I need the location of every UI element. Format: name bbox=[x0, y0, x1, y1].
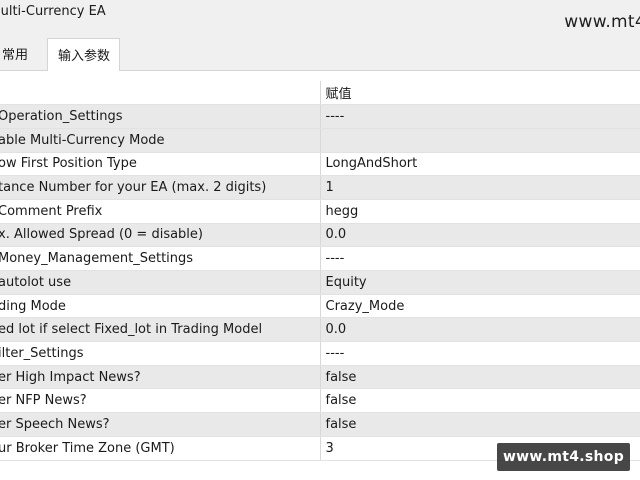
param-name: er NFP News? bbox=[0, 388, 321, 414]
table-row[interactable]: ding Mode Crazy_Mode bbox=[0, 294, 640, 319]
window-title: lulti-Currency EA bbox=[0, 4, 106, 19]
param-name: ed lot if select Fixed_lot in Trading Mo… bbox=[0, 317, 321, 343]
param-name: ding Mode bbox=[0, 294, 321, 319]
param-name: able Multi-Currency Mode bbox=[0, 128, 321, 153]
param-name: Operation_Settings bbox=[0, 104, 321, 129]
table-row[interactable]: ilter_Settings ---- bbox=[0, 341, 640, 366]
table-row[interactable]: Money_Management_Settings ---- bbox=[0, 246, 640, 271]
table-header: 赋值 bbox=[0, 81, 640, 106]
column-header-name bbox=[0, 81, 321, 106]
param-name: ilter_Settings bbox=[0, 341, 321, 366]
param-name: autolot use bbox=[0, 270, 321, 295]
param-value[interactable] bbox=[320, 128, 640, 153]
param-value[interactable]: ---- bbox=[320, 341, 640, 366]
inputs-panel: 赋值 Operation_Settings ---- able Multi-Cu… bbox=[0, 70, 640, 480]
tab-inputs[interactable]: 输入参数 bbox=[47, 38, 120, 71]
table-row[interactable]: x. Allowed Spread (0 = disable) 0.0 bbox=[0, 223, 640, 248]
param-name: x. Allowed Spread (0 = disable) bbox=[0, 223, 321, 248]
parameters-table: 赋值 Operation_Settings ---- able Multi-Cu… bbox=[0, 81, 640, 461]
table-row[interactable]: Comment Prefix hegg bbox=[0, 199, 640, 224]
table-row[interactable]: er High Impact News? false bbox=[0, 365, 640, 390]
param-name: Money_Management_Settings bbox=[0, 246, 321, 271]
param-value[interactable]: 0.0 bbox=[320, 223, 640, 248]
param-name: er Speech News? bbox=[0, 412, 321, 437]
param-name: ur Broker Time Zone (GMT) bbox=[0, 436, 321, 461]
tab-bar: 常用 输入参数 bbox=[0, 38, 640, 71]
param-name: Comment Prefix bbox=[0, 199, 321, 224]
table-row[interactable]: tance Number for your EA (max. 2 digits)… bbox=[0, 175, 640, 200]
table-row[interactable]: ed lot if select Fixed_lot in Trading Mo… bbox=[0, 317, 640, 343]
param-value[interactable]: ---- bbox=[320, 104, 640, 129]
param-value[interactable]: hegg bbox=[320, 199, 640, 224]
param-name: tance Number for your EA (max. 2 digits) bbox=[0, 175, 321, 200]
table-row[interactable]: able Multi-Currency Mode bbox=[0, 128, 640, 153]
param-value[interactable]: ---- bbox=[320, 246, 640, 271]
tab-common[interactable]: 常用 bbox=[0, 38, 44, 70]
param-value[interactable]: 0.0 bbox=[320, 317, 640, 343]
table-row[interactable]: er Speech News? false bbox=[0, 412, 640, 437]
watermark-badge: www.mt4.shop bbox=[497, 443, 630, 471]
column-header-value: 赋值 bbox=[320, 81, 640, 106]
param-name: er High Impact News? bbox=[0, 365, 321, 390]
param-value[interactable]: false bbox=[320, 388, 640, 414]
param-value[interactable]: Equity bbox=[320, 270, 640, 295]
param-value[interactable]: Crazy_Mode bbox=[320, 294, 640, 319]
param-value[interactable]: 1 bbox=[320, 175, 640, 200]
param-value[interactable]: false bbox=[320, 365, 640, 390]
param-value[interactable]: LongAndShort bbox=[320, 152, 640, 177]
watermark-top: www.mt4 bbox=[564, 12, 640, 32]
param-name: ow First Position Type bbox=[0, 152, 321, 177]
param-value[interactable]: false bbox=[320, 412, 640, 437]
table-row[interactable]: er NFP News? false bbox=[0, 388, 640, 414]
table-row[interactable]: ow First Position Type LongAndShort bbox=[0, 152, 640, 177]
table-row[interactable]: autolot use Equity bbox=[0, 270, 640, 295]
table-row[interactable]: Operation_Settings ---- bbox=[0, 104, 640, 129]
window-title-bar: lulti-Currency EA bbox=[0, 0, 640, 28]
